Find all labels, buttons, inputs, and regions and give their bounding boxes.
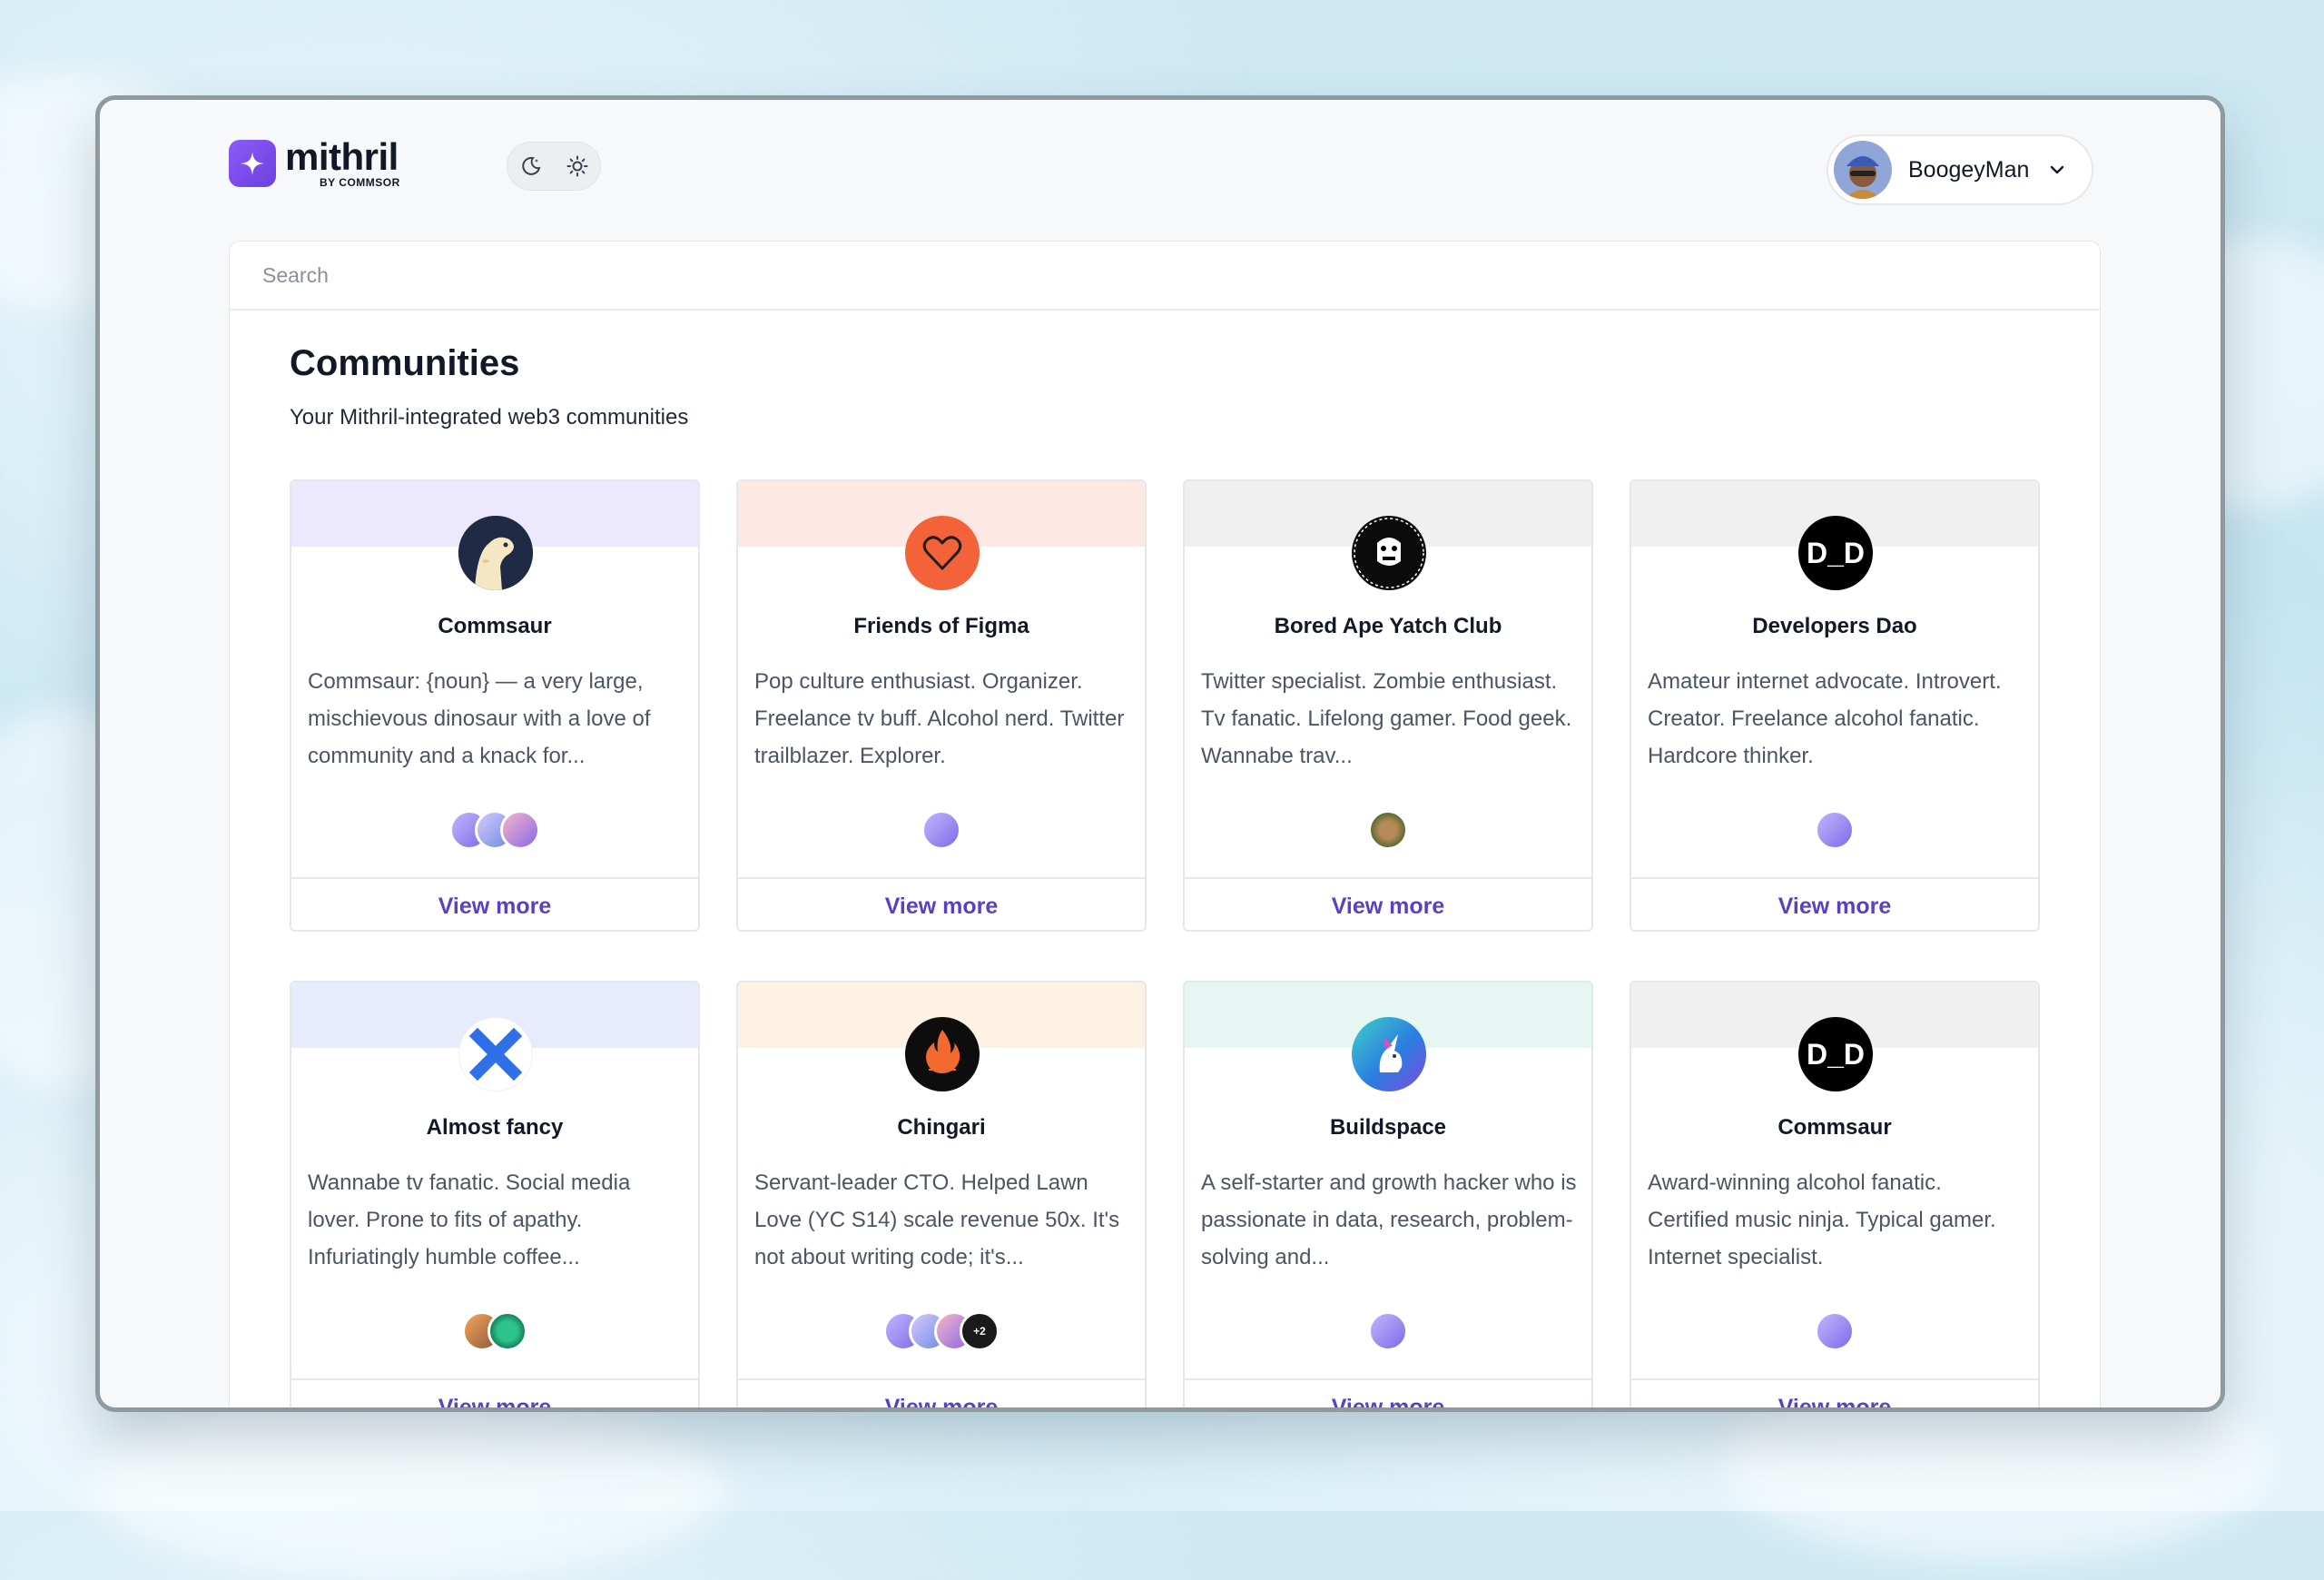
member-avatars — [1185, 810, 1591, 850]
app-logo[interactable]: mithril BY COMMSOR — [229, 138, 400, 189]
sparkle-icon — [229, 140, 276, 187]
community-name: Chingari — [897, 1115, 986, 1140]
community-description: A self-starter and growth hacker who is … — [1201, 1170, 1577, 1269]
theme-toggle — [507, 142, 601, 191]
view-more-link[interactable]: View more — [1778, 1395, 1892, 1408]
member-avatars — [1185, 1311, 1591, 1351]
card-footer: View more — [1631, 1378, 2038, 1408]
community-name: Developers Dao — [1752, 614, 1917, 638]
view-more-link[interactable]: View more — [885, 894, 999, 920]
community-description: Award-winning alcohol fanatic. Certified… — [1648, 1170, 1996, 1269]
community-description: Amateur internet advocate. Introvert. Cr… — [1648, 669, 2002, 768]
view-more-link[interactable]: View more — [438, 1395, 552, 1408]
chevron-down-icon — [2050, 165, 2064, 174]
community-card: Commsaur Commsaur: {noun} — a very large… — [290, 479, 700, 932]
avatar — [1834, 141, 1892, 199]
light-mode-button[interactable] — [559, 148, 596, 184]
community-name: Commsaur — [1777, 1115, 1892, 1140]
member-avatars — [1631, 1311, 2038, 1351]
heart-icon — [905, 516, 980, 590]
member-avatar — [1815, 810, 1855, 850]
member-avatar — [921, 810, 961, 850]
community-description: Pop culture enthusiast. Organizer. Freel… — [754, 669, 1125, 768]
member-avatars — [291, 810, 698, 850]
member-avatars — [291, 1311, 698, 1351]
dd-icon: D_D — [1798, 1017, 1873, 1091]
member-avatar — [1368, 810, 1408, 850]
user-name: BoogeyMan — [1908, 156, 2030, 183]
community-name: Almost fancy — [426, 1115, 564, 1140]
card-footer: View more — [1185, 1378, 1591, 1408]
member-overflow-count: +2 — [960, 1311, 1000, 1351]
community-name: Commsaur — [438, 614, 552, 638]
member-avatar — [487, 1311, 527, 1351]
search-bar — [230, 242, 2100, 311]
community-card: Chingari Servant-leader CTO. Helped Lawn… — [736, 981, 1147, 1408]
community-name: Bored Ape Yatch Club — [1274, 614, 1502, 638]
view-more-link[interactable]: View more — [438, 894, 552, 920]
community-name: Buildspace — [1329, 1115, 1447, 1140]
member-avatar — [1815, 1311, 1855, 1351]
x-icon — [458, 1017, 533, 1091]
dd-icon: D_D — [1798, 516, 1873, 590]
moon-icon — [521, 156, 540, 175]
community-card: D_D Commsaur Award-winning alcohol fanat… — [1630, 981, 2040, 1408]
main-panel: Communities Your Mithril-integrated web3… — [229, 241, 2101, 1408]
community-card: Buildspace A self-starter and growth hac… — [1183, 981, 1593, 1408]
community-description: Servant-leader CTO. Helped Lawn Love (YC… — [754, 1170, 1120, 1269]
app-name: mithril — [285, 135, 399, 178]
dark-mode-button[interactable] — [513, 148, 549, 184]
card-footer: View more — [291, 877, 698, 930]
ape-icon — [1352, 516, 1426, 590]
community-card: Almost fancy Wannabe tv fanatic. Social … — [290, 981, 700, 1408]
card-footer: View more — [1631, 877, 2038, 930]
view-more-link[interactable]: View more — [1332, 1395, 1445, 1408]
page-subtitle: Your Mithril-integrated web3 communities — [290, 405, 689, 430]
member-avatar — [1368, 1311, 1408, 1351]
app-byline: BY COMMSOR — [320, 176, 400, 189]
member-avatars: +2 — [738, 1311, 1145, 1351]
app-window: mithril BY COMMSOR BoogeyMan Search Comm… — [95, 95, 2225, 1412]
page-title: Communities — [290, 343, 520, 383]
header: mithril BY COMMSOR BoogeyMan — [100, 100, 2221, 236]
member-avatar — [500, 810, 540, 850]
card-footer: View more — [738, 877, 1145, 930]
view-more-link[interactable]: View more — [885, 1395, 999, 1408]
unicorn-icon — [1352, 1017, 1426, 1091]
svg-text:D_D: D_D — [1807, 537, 1865, 569]
dinosaur-icon — [458, 516, 533, 590]
member-avatars — [738, 810, 1145, 850]
community-description: Commsaur: {noun} — a very large, mischie… — [308, 669, 651, 768]
card-footer: View more — [1185, 877, 1591, 930]
sun-icon — [566, 155, 587, 177]
community-description: Twitter specialist. Zombie enthusiast. T… — [1201, 669, 1572, 768]
svg-text:D_D: D_D — [1807, 1038, 1865, 1071]
member-avatars — [1631, 810, 2038, 850]
flame-icon — [905, 1017, 980, 1091]
community-card: Bored Ape Yatch Club Twitter specialist.… — [1183, 479, 1593, 932]
view-more-link[interactable]: View more — [1332, 894, 1445, 920]
community-name: Friends of Figma — [853, 614, 1029, 638]
background-cloud — [91, 1398, 726, 1580]
user-menu-button[interactable]: BoogeyMan — [1827, 134, 2093, 205]
search-input[interactable] — [261, 262, 2100, 289]
community-card: D_D Developers Dao Amateur internet advo… — [1630, 479, 2040, 932]
community-card: Friends of Figma Pop culture enthusiast.… — [736, 479, 1147, 932]
community-description: Wannabe tv fanatic. Social media lover. … — [308, 1170, 631, 1269]
card-footer: View more — [738, 1378, 1145, 1408]
view-more-link[interactable]: View more — [1778, 894, 1892, 920]
card-footer: View more — [291, 1378, 698, 1408]
